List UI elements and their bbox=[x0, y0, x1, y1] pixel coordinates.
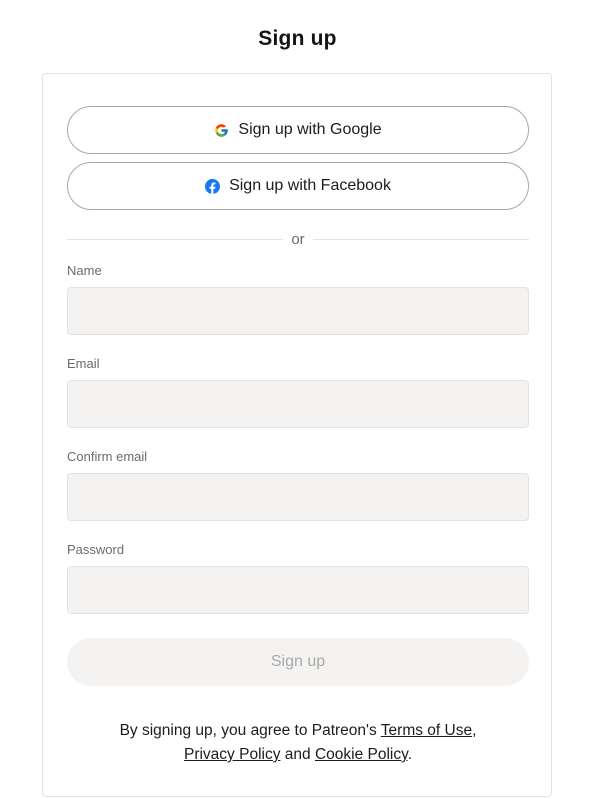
or-divider: or bbox=[67, 230, 529, 248]
facebook-signup-label: Sign up with Facebook bbox=[229, 177, 391, 194]
signup-card: Sign up with Google Sign up with Faceboo… bbox=[42, 73, 552, 797]
page-title: Sign up bbox=[258, 27, 337, 50]
name-field[interactable] bbox=[67, 287, 529, 335]
signup-submit-button[interactable]: Sign up bbox=[67, 638, 529, 686]
password-label: Password bbox=[67, 542, 125, 557]
terms-of-use-link[interactable]: Terms of Use bbox=[381, 722, 472, 739]
password-field[interactable] bbox=[67, 566, 529, 614]
google-signup-button[interactable]: Sign up with Google bbox=[67, 106, 529, 154]
email-field[interactable] bbox=[67, 380, 529, 428]
legal-period: . bbox=[407, 746, 413, 763]
legal-comma: , bbox=[472, 722, 477, 739]
name-label: Name bbox=[67, 263, 102, 278]
privacy-policy-link[interactable]: Privacy Policy bbox=[184, 746, 280, 763]
facebook-signup-button[interactable]: Sign up with Facebook bbox=[67, 162, 529, 210]
google-g-icon bbox=[214, 123, 229, 138]
confirm-email-label: Confirm email bbox=[67, 449, 148, 464]
divider-line-left bbox=[67, 238, 284, 240]
or-text: or bbox=[291, 230, 305, 248]
legal-and: and bbox=[280, 746, 315, 763]
confirm-email-field[interactable] bbox=[67, 473, 529, 521]
google-signup-label: Sign up with Google bbox=[238, 121, 382, 138]
divider-line-right bbox=[312, 238, 529, 240]
facebook-icon bbox=[205, 178, 221, 194]
legal-notice: By signing up, you agree to Patreon's Te… bbox=[67, 719, 529, 767]
cookie-policy-link[interactable]: Cookie Policy bbox=[315, 746, 408, 763]
legal-prefix: By signing up, you agree to Patreon's bbox=[119, 722, 381, 739]
email-label: Email bbox=[67, 356, 100, 371]
